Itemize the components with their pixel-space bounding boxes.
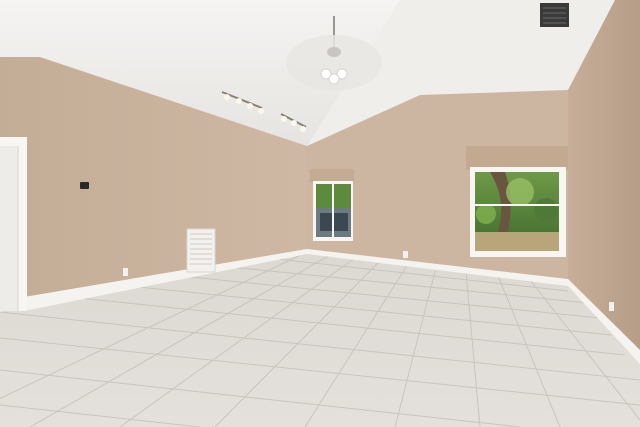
air-vent-icon — [186, 228, 216, 273]
window-shade-small — [310, 169, 354, 183]
thermostat-icon — [80, 182, 89, 189]
outlet-icon — [609, 302, 614, 311]
outlet-icon — [403, 251, 408, 258]
outlet-icon — [123, 268, 128, 276]
empty-room-photo — [0, 0, 640, 427]
door — [0, 146, 18, 311]
window-shade-large — [466, 146, 568, 170]
